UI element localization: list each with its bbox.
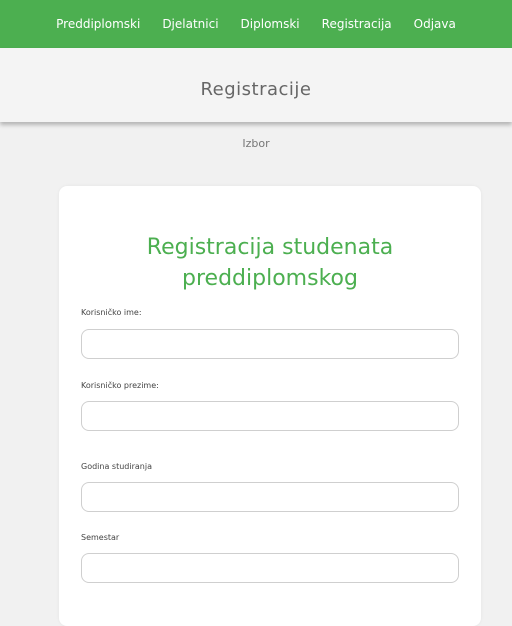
nav-link-diplomski[interactable]: Diplomski [230,17,311,31]
form-title: Registracija studenata preddiplomskog [146,235,394,291]
username-label: Korisničko ime: [81,308,142,317]
sub-navigation: Izbor [0,132,512,151]
nav-link-odjava[interactable]: Odjava [403,17,467,31]
surname-label: Korisničko prezime: [81,381,159,390]
study-year-label: Godina studiranja [81,462,152,471]
page-header: Registracije [0,48,512,122]
surname-input[interactable] [81,401,459,431]
nav-link-djelatnici[interactable]: Djelatnici [151,17,229,31]
semester-label: Semestar [81,533,120,542]
registration-form-card: Registracija studenata preddiplomskog Ko… [59,186,481,626]
izbor-link[interactable]: Izbor [242,137,269,150]
nav-link-registracija[interactable]: Registracija [311,17,403,31]
page-title: Registracije [200,78,312,100]
top-navigation-bar: Preddiplomski Djelatnici Diplomski Regis… [0,0,512,48]
semester-input[interactable] [81,553,459,583]
study-year-input[interactable] [81,482,459,512]
nav-link-preddiplomski[interactable]: Preddiplomski [45,17,151,31]
username-input[interactable] [81,329,459,359]
